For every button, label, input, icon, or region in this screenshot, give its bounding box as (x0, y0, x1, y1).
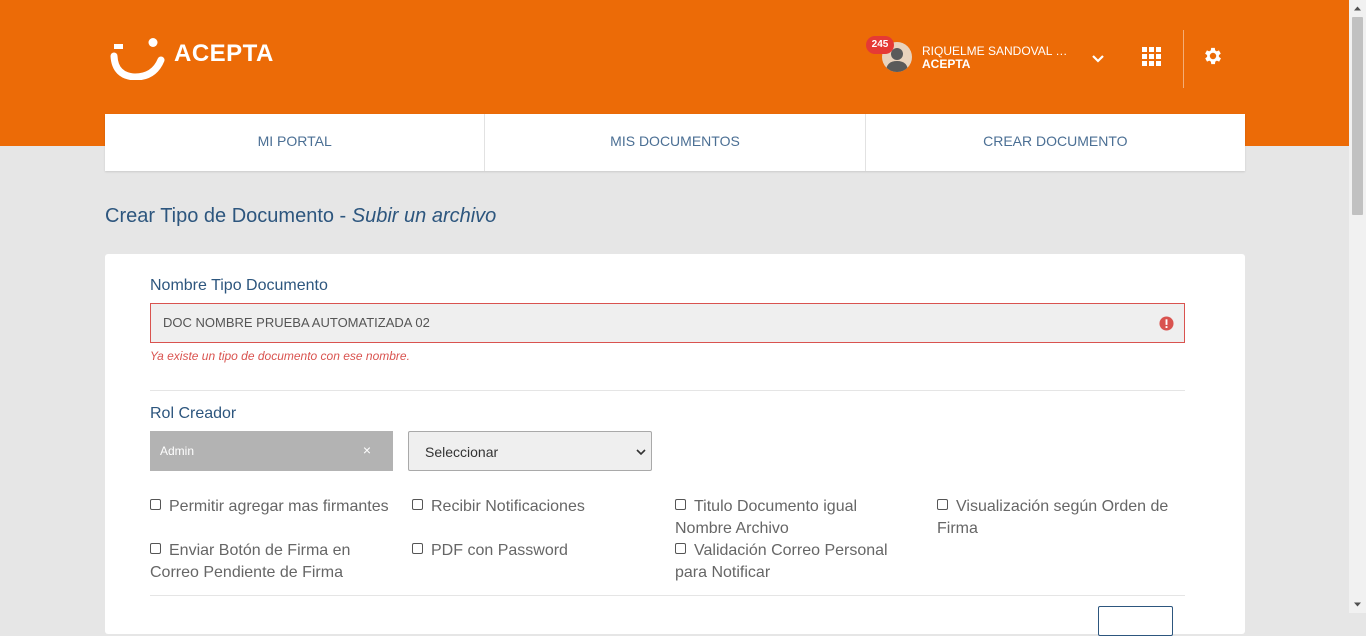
section-divider (150, 390, 1185, 391)
acepta-logo[interactable]: ACEPTA (110, 36, 280, 81)
option-label: Recibir Notificaciones (431, 498, 585, 515)
section-divider (150, 595, 1185, 596)
tab-mi-portal[interactable]: MI PORTAL (105, 114, 486, 171)
option-label: Titulo Documento igual Nombre Archivo (675, 498, 858, 537)
page-title-sub: Subir un archivo (351, 205, 497, 227)
notification-badge[interactable]: 245 (866, 36, 894, 54)
user-org: ACEPTA (922, 57, 971, 71)
role-tag-label: Admin (160, 444, 195, 458)
checkbox-pdf-password[interactable] (412, 543, 423, 554)
tab-crear-documento[interactable]: CREAR DOCUMENTO (866, 114, 1245, 171)
option-validacion-correo: Validación Correo Personal para Notifica… (675, 540, 900, 584)
scrollbar-thumb[interactable] (1352, 17, 1363, 215)
smile-logo-icon (110, 38, 165, 81)
user-menu[interactable]: 245 RIQUELME SANDOVAL RU... ACEPTA (866, 36, 1126, 80)
scroll-down-arrow-icon[interactable] (1353, 600, 1362, 609)
checkbox-permitir-agregar-firmantes[interactable] (150, 499, 161, 510)
page-title-main: Crear Tipo de Documento - (105, 205, 352, 227)
option-label: Permitir agregar mas firmantes (169, 498, 389, 515)
role-field-label: Rol Creador (150, 405, 237, 422)
page-title: Crear Tipo de Documento - Subir un archi… (105, 205, 496, 228)
scroll-up-arrow-icon[interactable] (1353, 4, 1362, 13)
option-label: Validación Correo Personal para Notifica… (675, 542, 888, 581)
role-select[interactable]: Seleccionar (408, 431, 652, 471)
user-name: RIQUELME SANDOVAL RU... (922, 44, 1072, 58)
option-visualizacion-orden: Visualización según Orden de Firma (937, 496, 1185, 540)
option-titulo-documento: Titulo Documento igual Nombre Archivo (675, 496, 900, 540)
tab-mis-documentos[interactable]: MIS DOCUMENTOS (485, 114, 866, 171)
checkbox-validacion-correo[interactable] (675, 543, 686, 554)
page-scrollbar[interactable] (1349, 0, 1366, 613)
role-select-value: Seleccionar (425, 444, 499, 460)
form-card: Nombre Tipo Documento DOC NOMBRE PRUEBA … (105, 254, 1245, 636)
chevron-down-icon (636, 449, 646, 456)
chevron-down-icon[interactable] (1090, 50, 1106, 66)
option-recibir-notificaciones: Recibir Notificaciones (412, 496, 662, 518)
remove-tag-icon[interactable]: × (363, 442, 371, 458)
checkbox-enviar-boton-firma[interactable] (150, 543, 161, 554)
name-field-label: Nombre Tipo Documento (150, 277, 328, 294)
error-icon (1159, 316, 1174, 331)
gear-icon[interactable] (1202, 45, 1224, 67)
option-label: PDF con Password (431, 542, 568, 559)
option-label: Enviar Botón de Firma en Correo Pendient… (150, 542, 351, 581)
partial-action-button[interactable] (1098, 606, 1173, 636)
header-divider (1183, 30, 1184, 88)
checkbox-visualizacion-orden[interactable] (937, 499, 948, 510)
option-permitir-agregar-firmantes: Permitir agregar mas firmantes (150, 496, 405, 518)
option-label: Visualización según Orden de Firma (937, 498, 1169, 537)
apps-grid-icon[interactable] (1142, 47, 1161, 66)
name-error-message: Ya existe un tipo de documento con ese n… (150, 349, 410, 363)
checkbox-recibir-notificaciones[interactable] (412, 499, 423, 510)
logo-text: ACEPTA (174, 40, 274, 67)
main-nav: MI PORTAL MIS DOCUMENTOS CREAR DOCUMENTO (105, 114, 1245, 171)
document-type-name-value: DOC NOMBRE PRUEBA AUTOMATIZADA 02 (163, 315, 430, 330)
role-tag-admin[interactable]: Admin × (150, 431, 393, 471)
option-enviar-boton-firma: Enviar Botón de Firma en Correo Pendient… (150, 540, 380, 584)
document-type-name-input[interactable]: DOC NOMBRE PRUEBA AUTOMATIZADA 02 (150, 303, 1185, 343)
checkbox-titulo-documento[interactable] (675, 499, 686, 510)
option-pdf-password: PDF con Password (412, 540, 662, 562)
